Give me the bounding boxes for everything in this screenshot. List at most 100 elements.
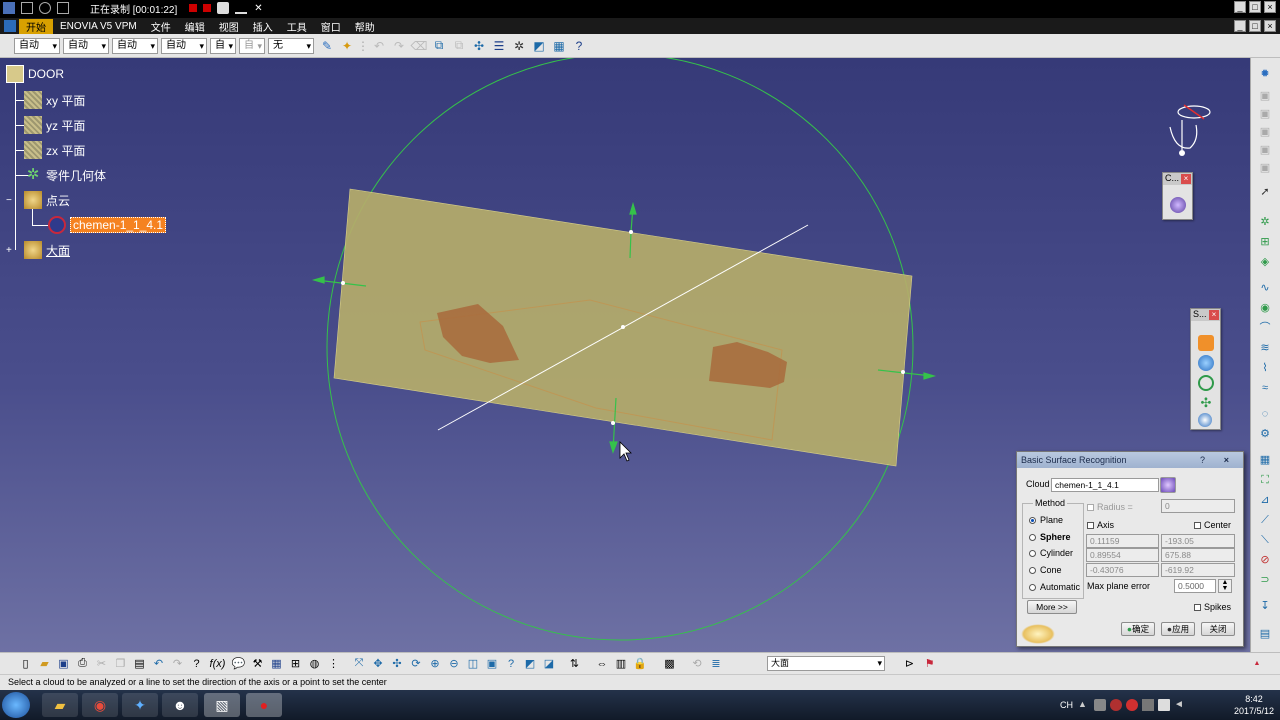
catia-menu-icon[interactable] <box>4 20 16 32</box>
scan-icon[interactable]: ◉ <box>1257 300 1273 316</box>
select-icon[interactable]: ➚ <box>1257 184 1273 200</box>
record-icon[interactable] <box>189 4 198 12</box>
plane-center-point[interactable] <box>621 325 625 329</box>
split-icon[interactable]: ⟍ <box>1257 532 1273 548</box>
mesh-icon[interactable]: ◈ <box>1257 254 1273 270</box>
macro-icon[interactable]: ☰ <box>490 37 508 55</box>
sphere-tool-icon[interactable] <box>1198 355 1214 371</box>
manipulator-point-right[interactable] <box>901 370 905 374</box>
menu-file[interactable]: 文件 <box>144 19 178 34</box>
manipulator-point-top[interactable] <box>629 230 633 234</box>
zoom-icon[interactable] <box>39 2 51 14</box>
apply-button[interactable]: ●应用 <box>1161 622 1195 636</box>
ok-button[interactable]: ●确定 <box>1121 622 1155 636</box>
stop-icon[interactable] <box>203 4 212 12</box>
render-tool-icon[interactable] <box>1198 413 1212 427</box>
help-icon[interactable]: ? <box>1200 452 1205 468</box>
dialog-title-bar[interactable]: Basic Surface Recognition ? × <box>1017 452 1243 468</box>
pan-icon[interactable]: ✥ <box>370 656 386 672</box>
print-icon[interactable]: ⎙ <box>75 656 91 672</box>
taskbar-network-icon[interactable]: ✦ <box>122 693 158 717</box>
tray-record-icon[interactable] <box>1126 699 1138 711</box>
table-icon[interactable]: ▦ <box>269 656 285 672</box>
snap-icon[interactable]: ⧉ <box>430 37 448 55</box>
maximize-icon[interactable]: □ <box>1249 1 1261 13</box>
language-indicator[interactable]: CH <box>1060 700 1073 710</box>
section-icon[interactable]: ⌒ <box>1257 320 1273 336</box>
taskbar-catia-icon[interactable]: ▧ <box>204 693 240 717</box>
menu-insert[interactable]: 插入 <box>246 19 280 34</box>
compass-icon[interactable] <box>1169 104 1211 156</box>
render-style-icon[interactable]: ? <box>503 656 519 672</box>
measure-icon[interactable]: ◍ <box>307 656 323 672</box>
tray-device-icon[interactable] <box>1142 699 1154 711</box>
view-select-icon[interactable]: ▣ <box>484 656 500 672</box>
grid-check-icon[interactable]: ▦ <box>1257 452 1273 468</box>
tree-item-part-body[interactable]: ✲ 零件几何体 <box>24 165 106 185</box>
workbench-icon[interactable]: ✹ <box>1257 66 1273 82</box>
save-icon[interactable]: ▣ <box>56 656 72 672</box>
fit-all-icon[interactable]: ⤧ <box>351 656 367 672</box>
manipulator-point-bottom[interactable] <box>611 421 615 425</box>
compass-reset-icon[interactable]: ✣ <box>470 37 488 55</box>
connect-icon[interactable]: ⊿ <box>1257 492 1273 508</box>
current-set-select[interactable]: 大面 <box>767 656 885 671</box>
collapse-icon[interactable]: − <box>6 195 15 206</box>
open-icon[interactable]: ▰ <box>37 656 53 672</box>
painter-icon[interactable]: ✎ <box>318 37 336 55</box>
window-icon[interactable] <box>57 2 69 14</box>
align-icon[interactable]: ⇔ <box>594 656 610 672</box>
manipulator-point-left[interactable] <box>341 281 345 285</box>
extract-icon[interactable]: ⊃ <box>1257 572 1273 588</box>
doc-close-icon[interactable]: × <box>1264 20 1276 32</box>
menu-enovia[interactable]: ENOVIA V5 VPM <box>53 21 144 32</box>
curve-tool-icon[interactable]: ✣ <box>1198 395 1214 411</box>
menu-start[interactable]: 开始 <box>19 18 53 34</box>
new-icon[interactable]: ▯ <box>18 656 34 672</box>
method-sphere-radio[interactable]: Sphere <box>1029 532 1071 542</box>
point-type-select[interactable]: 自 <box>210 37 236 54</box>
tree-item-surface-set[interactable]: + 大面 <box>6 240 70 260</box>
tools-icon[interactable]: ⚒ <box>250 656 266 672</box>
camera-capture-icon[interactable]: ▩ <box>662 656 678 672</box>
method-cone-radio[interactable]: Cone <box>1029 565 1062 575</box>
taskbar-browser-icon[interactable]: ◉ <box>82 693 118 717</box>
taskbar-recorder-icon[interactable]: ● <box>246 693 282 717</box>
doc-minimize-icon[interactable]: _ <box>1234 20 1246 32</box>
zoom-out-icon[interactable]: ⊖ <box>446 656 462 672</box>
dialog-close-icon[interactable]: × <box>1224 452 1229 468</box>
taskbar-chat-icon[interactable]: ☻ <box>162 693 198 717</box>
activate-cloud-icon[interactable]: ✲ <box>1257 214 1273 230</box>
info-icon[interactable]: ▤ <box>1257 626 1273 642</box>
floating-toolbar-close-icon[interactable]: × <box>1181 174 1191 184</box>
menu-tools[interactable]: 工具 <box>280 19 314 34</box>
line-thickness-select[interactable]: 自动 <box>112 37 158 54</box>
lock-icon[interactable]: 🔒 <box>632 656 648 672</box>
tree-item-point-cloud[interactable]: − 点云 <box>6 190 70 210</box>
close-button[interactable]: 关闭 <box>1201 622 1235 636</box>
planar-section-icon[interactable]: ≋ <box>1257 340 1273 356</box>
tree-item-cloud-selected[interactable]: chemen-1_1_4.1 <box>48 215 167 235</box>
tree-item-zx-plane[interactable]: zx 平面 <box>24 140 85 160</box>
zoom-in-icon[interactable]: ⊕ <box>427 656 443 672</box>
curve-icon[interactable]: ∿ <box>1257 280 1273 296</box>
tree-item-yz-plane[interactable]: yz 平面 <box>24 115 85 135</box>
cloud-activate-icon[interactable] <box>1170 197 1186 213</box>
center-checkbox[interactable]: Center <box>1194 520 1231 530</box>
color-select[interactable]: 自动 <box>14 37 60 54</box>
cloud-select-icon[interactable] <box>1160 477 1176 493</box>
surface-icon[interactable]: ◌ <box>1257 406 1273 422</box>
fit-icon[interactable]: ⛶ <box>1257 472 1273 488</box>
comment-icon[interactable]: 💬 <box>231 656 247 672</box>
start-button[interactable] <box>2 692 30 718</box>
max-error-spinner[interactable]: ▲ ▼ <box>1218 579 1232 593</box>
paste-icon[interactable]: ▤ <box>132 656 148 672</box>
method-plane-radio[interactable]: Plane <box>1029 515 1063 525</box>
menu-edit[interactable]: 编辑 <box>178 19 212 34</box>
axis-checkbox[interactable]: Axis <box>1087 520 1114 530</box>
restore-icon[interactable] <box>21 2 33 14</box>
tray-security-icon[interactable] <box>1110 699 1122 711</box>
filter-icon[interactable]: ⊞ <box>1257 234 1273 250</box>
close-icon[interactable]: × <box>1264 1 1276 13</box>
shading-icon[interactable]: ◩ <box>522 656 538 672</box>
